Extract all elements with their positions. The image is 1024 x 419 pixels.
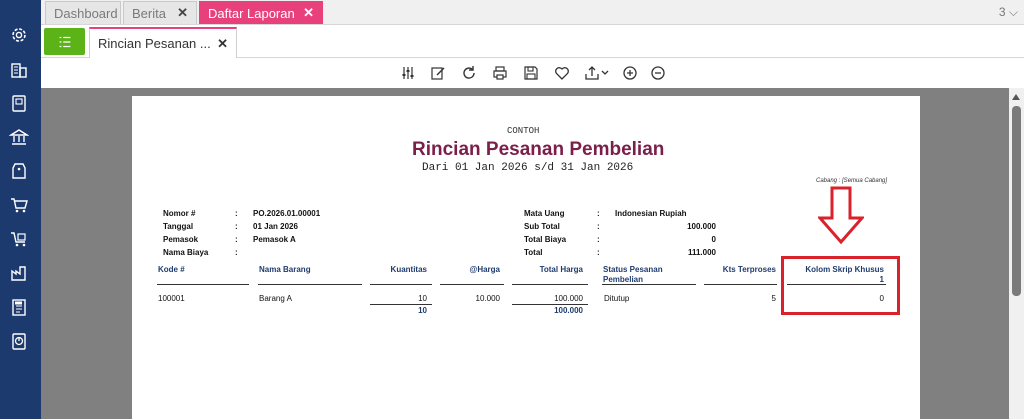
vertical-scrollbar[interactable] (1009, 88, 1024, 419)
list-icon (59, 36, 70, 47)
header-underline (602, 284, 696, 285)
cell-kuantitas: 10 (418, 294, 427, 303)
header-underline (440, 284, 504, 285)
field-sep: : (235, 222, 238, 231)
cell-nama-barang: Barang A (259, 294, 292, 303)
field-value: 111.000 (687, 248, 716, 257)
total-harga: 100.000 (554, 306, 583, 315)
print-icon[interactable] (491, 64, 509, 82)
field-value: 01 Jan 2026 (253, 222, 298, 231)
report-title: Rincian Pesanan Pembelian (412, 139, 665, 160)
report-branch: Cabang : [Semua Cabang] (816, 178, 888, 184)
field-sep: : (597, 209, 600, 218)
tab-count-dropdown[interactable]: 3 ⌵ (999, 5, 1018, 20)
report-toolbar (41, 58, 1024, 88)
column-header-kode: Kode # (158, 265, 185, 274)
header-underline (258, 284, 362, 285)
header-underline (157, 284, 249, 285)
column-header-status: Status Pesanan (603, 265, 663, 274)
report-period: Dari 01 Jan 2026 s/d 31 Jan 2026 (422, 162, 634, 174)
column-header-total-harga: Total Harga (539, 265, 583, 274)
total-kuantitas: 10 (418, 306, 427, 315)
field-sep: : (235, 209, 238, 218)
list-menu-button[interactable] (44, 28, 85, 55)
edit-icon[interactable] (429, 64, 447, 82)
field-label: Pemasok (163, 235, 199, 244)
cell-harga: 10.000 (475, 294, 500, 303)
document-tab-row: Rincian Pesanan ... ✕ (41, 25, 1024, 58)
export-icon[interactable] (584, 64, 610, 82)
scroll-up-arrow-icon[interactable] (1012, 94, 1020, 100)
zoom-out-icon[interactable] (649, 64, 667, 82)
column-header-kuantitas: Kuantitas (390, 265, 427, 274)
field-label: Nomor # (163, 209, 196, 218)
header-underline (370, 284, 432, 285)
zoom-in-icon[interactable] (621, 64, 639, 82)
tab-daftar-laporan[interactable]: Daftar Laporan ✕ (199, 1, 323, 24)
field-sep: : (235, 248, 238, 257)
tab-label: Berita (132, 5, 166, 21)
cell-kts-terproses: 5 (771, 294, 776, 303)
cell-status: Ditutup (604, 294, 630, 303)
total-underline (512, 304, 588, 305)
field-sep: : (597, 235, 600, 244)
field-label: Total Biaya (524, 235, 567, 244)
close-icon[interactable]: ✕ (177, 5, 188, 21)
tab-strip: Dashboard Berita ✕ Daftar Laporan ✕ 3 ⌵ (41, 0, 1024, 25)
field-label: Total (524, 248, 543, 257)
header-underline (704, 284, 777, 285)
field-value: 100.000 (687, 222, 716, 231)
column-header-status-line2: Pembelian (603, 275, 644, 284)
field-label: Mata Uang (524, 209, 565, 218)
field-sep: : (235, 235, 238, 244)
tab-count-value: 3 (998, 5, 1006, 19)
tab-dashboard[interactable]: Dashboard (45, 1, 121, 24)
field-value: Indonesian Rupiah (615, 209, 687, 218)
field-label: Nama Biaya (163, 248, 209, 257)
price-tag-icon[interactable] (8, 160, 30, 182)
sliders-icon[interactable] (399, 64, 417, 82)
close-icon[interactable]: ✕ (303, 5, 314, 21)
field-label: Sub Total (524, 222, 560, 231)
field-label: Tanggal (163, 222, 194, 231)
building-icon[interactable] (8, 58, 30, 80)
column-header-nama-barang: Nama Barang (259, 265, 311, 274)
tab-berita[interactable]: Berita ✕ (123, 1, 197, 24)
refresh-icon[interactable] (460, 64, 478, 82)
tab-label: Dashboard (54, 5, 118, 21)
field-sep: : (597, 222, 600, 231)
app-window: Dashboard Berita ✕ Daftar Laporan ✕ 3 ⌵ … (0, 0, 1024, 419)
field-value: PO.2026.01.00001 (253, 209, 321, 218)
field-sep: : (597, 248, 600, 257)
cell-kode: 100001 (158, 294, 185, 303)
favorite-icon[interactable] (553, 64, 571, 82)
scroll-thumb[interactable] (1012, 106, 1021, 296)
field-value: 0 (711, 235, 716, 244)
field-value: Pemasok A (253, 235, 296, 244)
tab-label: Daftar Laporan (208, 5, 295, 21)
cart-icon[interactable] (8, 194, 30, 216)
gear-icon[interactable] (8, 24, 30, 46)
down-arrow-annotation-icon (818, 186, 864, 244)
chevron-down-icon: ⌵ (1008, 5, 1018, 19)
report-icon[interactable] (8, 330, 30, 352)
sidebar (0, 0, 41, 419)
total-underline (370, 304, 432, 305)
tax-document-icon[interactable] (8, 296, 30, 318)
column-header-kts-terproses: Kts Terproses (722, 265, 776, 274)
tab-rincian-pesanan[interactable]: Rincian Pesanan ... ✕ (89, 27, 237, 58)
tab-label: Rincian Pesanan ... (98, 36, 211, 51)
bank-icon[interactable] (8, 126, 30, 148)
cell-total-harga: 100.000 (554, 294, 583, 303)
close-icon[interactable]: ✕ (217, 36, 228, 52)
book-icon[interactable] (8, 92, 30, 114)
column-header-harga: @Harga (469, 265, 500, 274)
save-icon[interactable] (522, 64, 540, 82)
highlight-box (781, 256, 900, 315)
report-watermark: CONTOH (507, 126, 540, 136)
header-underline (512, 284, 588, 285)
factory-icon[interactable] (8, 262, 30, 284)
cart-box-icon[interactable] (8, 228, 30, 250)
